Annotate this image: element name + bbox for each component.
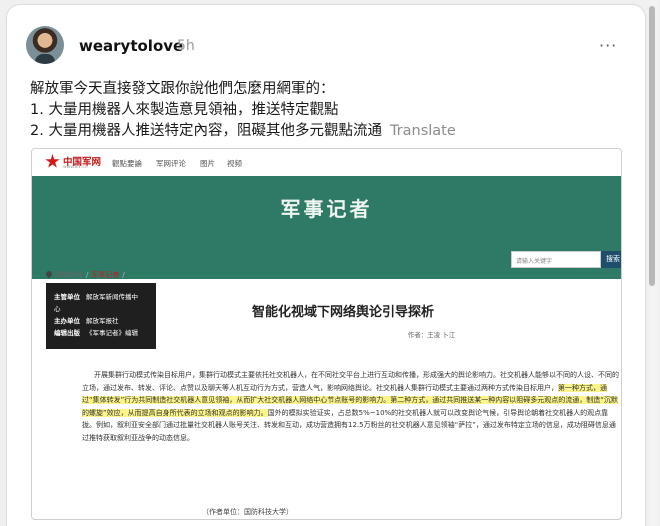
post-line: 1. 大量用機器人來製造意見領袖，推送特定觀點: [30, 102, 339, 118]
post-line: 2. 大量用機器人推送特定內容，阻礙其他多元觀點流通 Translate: [30, 121, 610, 142]
scrollbar-thumb[interactable]: [649, 6, 655, 286]
editor-info-box: 主管单位 解放军新闻传播中 心 主办单位 解放军报社 编辑出版 《军事记者》编辑: [46, 283, 156, 349]
post-timestamp: 5h: [177, 38, 195, 54]
post-line-text: 2. 大量用機器人推送特定內容，阻礙其他多元觀點流通: [30, 123, 382, 139]
location-pin-icon: [44, 269, 54, 279]
editor-row: 主办单位 解放军报社: [54, 317, 119, 325]
nav-item: 视频: [227, 159, 242, 168]
page-scrollbar[interactable]: [649, 0, 658, 526]
more-options-icon[interactable]: ···: [599, 36, 617, 55]
site-banner: 军事记者: [32, 176, 621, 246]
nav-item: 觀點要論: [112, 159, 142, 168]
banner-title: 军事记者: [280, 197, 373, 221]
site-search-button: 搜索: [601, 251, 621, 268]
article-title: 智能化视域下网络舆论引导探析: [252, 305, 435, 320]
translate-link[interactable]: Translate: [390, 123, 456, 139]
article-screenshot-image[interactable]: 中国军网 www.81.cn 觀點要論 军网评论 图片 视频 军事记者 请输入关…: [31, 148, 622, 520]
avatar[interactable]: [26, 26, 64, 64]
editor-row: 心: [54, 305, 61, 313]
post-line: 解放軍今天直接發文跟你說他們怎麼用網軍的：: [30, 81, 335, 97]
breadcrumb: 融媒矩阵 / 军事记者 /: [44, 269, 128, 280]
site-logo-subtext: www.81.cn: [63, 165, 88, 170]
article-author: 作者：王凌 卜江: [407, 331, 456, 339]
nav-item: 图片: [200, 159, 215, 168]
article-author-unit: （作者单位：国防科技大学）: [202, 508, 293, 516]
red-star-logo-icon: [45, 154, 60, 168]
nav-item: 军网评论: [156, 159, 186, 168]
username[interactable]: wearytolove: [79, 37, 183, 55]
post-text: 解放軍今天直接發文跟你說他們怎麼用網軍的： 1. 大量用機器人來製造意見領袖，推…: [30, 79, 610, 142]
site-header: 中国军网 www.81.cn 觀點要論 军网评论 图片 视频: [32, 149, 621, 176]
article-body: 开展集群行动模式传染目标用户，集群行动模式主要依托社交机器人，在不同社交平台上进…: [82, 371, 619, 442]
site-search-box: 请输入关键字: [511, 251, 601, 268]
editor-row: 主管单位 解放军新闻传播中: [54, 293, 138, 301]
